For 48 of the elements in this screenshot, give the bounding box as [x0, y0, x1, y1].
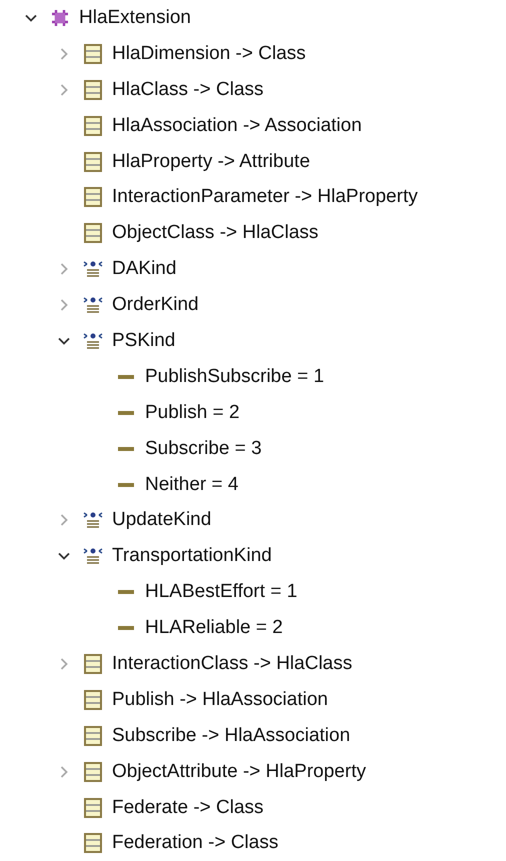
class-icon — [84, 762, 102, 782]
class-icon — [84, 223, 102, 244]
enumeration-icon — [82, 330, 104, 351]
tree-item-label[interactable]: TransportationKind — [112, 545, 272, 568]
package-icon — [50, 8, 70, 28]
tree-item-label[interactable]: DAKind — [112, 258, 176, 280]
tree-item-label[interactable]: HLAReliable = 2 — [145, 617, 283, 640]
tree-item-label[interactable]: InteractionParameter -> HlaProperty — [112, 186, 418, 208]
tree-item-label[interactable]: ObjectClass -> HlaClass — [112, 222, 318, 244]
tree-item-label[interactable]: Federation -> Class — [112, 832, 278, 854]
literal-icon — [118, 482, 134, 488]
literal-icon — [118, 446, 134, 452]
tree-item-label[interactable]: Neither = 4 — [145, 474, 238, 496]
tree-item-label[interactable]: PSKind — [112, 330, 176, 352]
tree-item-label[interactable]: UpdateKind — [112, 509, 212, 532]
tree-item-label[interactable]: HlaProperty -> Attribute — [112, 150, 310, 172]
class-icon — [84, 187, 102, 208]
tree-item-label[interactable]: Subscribe -> HlaAssociation — [112, 724, 350, 747]
literal-icon — [118, 410, 134, 416]
tree-item-label[interactable]: Publish -> HlaAssociation — [112, 688, 328, 711]
tree-item-label[interactable]: HlaClass -> Class — [112, 78, 264, 101]
tree-item-label[interactable]: OrderKind — [112, 294, 199, 316]
tree-item-label[interactable]: ObjectAttribute -> HlaProperty — [112, 760, 366, 783]
enumeration-icon — [82, 510, 104, 530]
tree-item-label[interactable]: HLABestEffort = 1 — [145, 581, 298, 604]
tree-item-label[interactable]: Federate -> Class — [112, 796, 264, 819]
literal-icon — [118, 374, 134, 380]
tree-item-label[interactable]: InteractionClass -> HlaClass — [112, 652, 352, 675]
literal-icon — [118, 625, 134, 632]
enumeration-icon — [82, 546, 104, 566]
class-icon — [84, 690, 102, 710]
class-icon — [84, 833, 102, 854]
enumeration-icon — [82, 259, 104, 280]
class-icon — [84, 726, 102, 746]
class-icon — [84, 798, 102, 818]
tree-item-label[interactable]: Publish = 2 — [145, 402, 240, 424]
tree-item-label[interactable]: HlaDimension -> Class — [112, 42, 306, 65]
class-icon — [84, 116, 102, 136]
class-icon — [84, 44, 102, 64]
tree-item-label[interactable]: Subscribe = 3 — [145, 438, 262, 460]
tree-item-label[interactable]: HlaAssociation -> Association — [112, 114, 362, 137]
enumeration-icon — [82, 295, 104, 316]
tree-item-label[interactable]: HlaExtension — [79, 6, 191, 29]
tree-item-label[interactable]: PublishSubscribe = 1 — [145, 366, 324, 388]
class-icon — [84, 654, 102, 674]
class-icon — [84, 80, 102, 100]
class-icon — [84, 152, 102, 172]
literal-icon — [118, 589, 134, 596]
